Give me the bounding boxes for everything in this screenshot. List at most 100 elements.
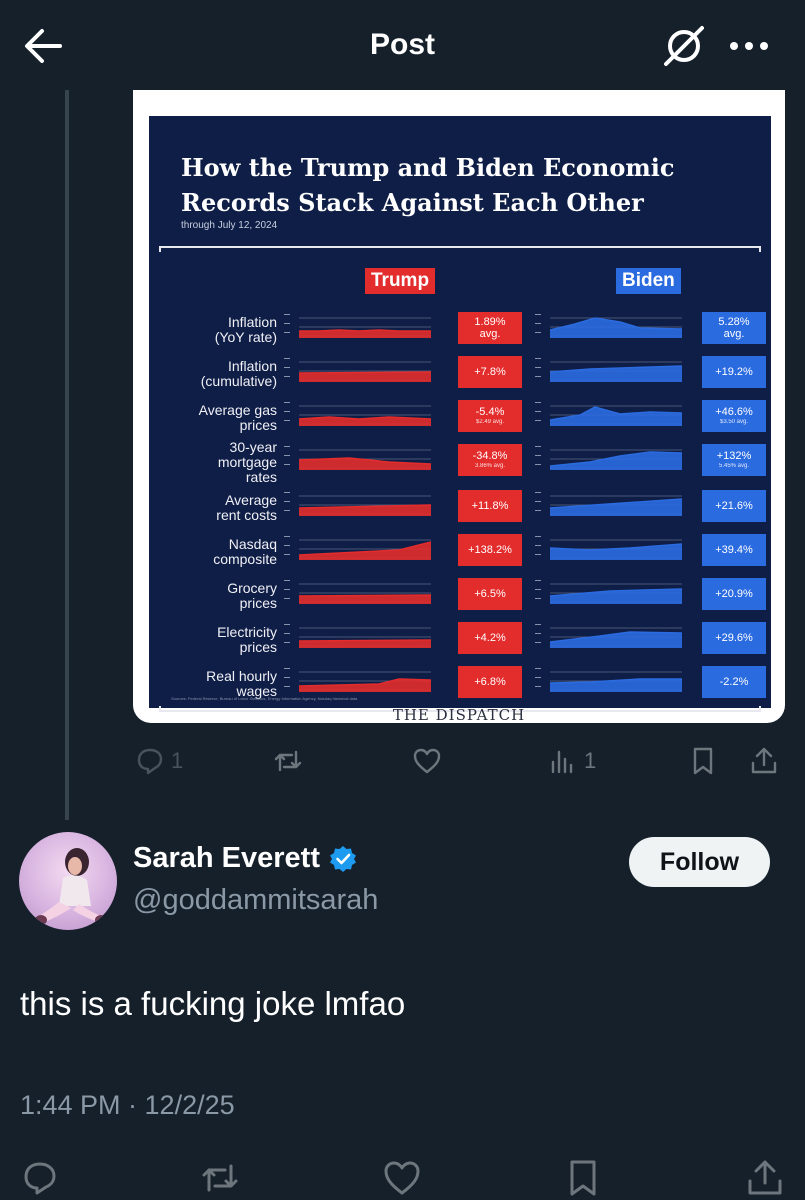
sparkline-ticks: [535, 492, 543, 520]
biden-value-note: avg.: [723, 328, 745, 340]
trump-value-badge: +138.2%: [458, 534, 522, 566]
share-icon[interactable]: [745, 1158, 785, 1198]
more-horizontal-icon[interactable]: [728, 34, 770, 58]
bookmark-action[interactable]: [688, 746, 718, 776]
post-image[interactable]: How the Trump and Biden Economic Records…: [133, 90, 785, 723]
row-label: Inflation (cumulative): [200, 358, 277, 389]
grok-icon[interactable]: [660, 24, 708, 68]
tweet-timestamp[interactable]: 1:44 PM · 12/2/25: [20, 1090, 235, 1121]
trump-value: 1.89%: [474, 316, 506, 328]
biden-sparkline: [550, 539, 682, 560]
sparkline-ticks: [284, 446, 292, 474]
biden-value-badge: +29.6%: [702, 622, 766, 654]
biden-value: +46.6%: [715, 406, 753, 418]
trump-value: -5.4%: [475, 406, 505, 418]
row-label: Real hourly wages: [206, 668, 277, 699]
biden-sparkline: [550, 449, 682, 470]
biden-value: +19.2%: [715, 366, 753, 378]
bookmark-icon[interactable]: [563, 1158, 603, 1198]
comparison-row: Average gas prices -5.4% $2.49 avg. +46.6% $…: [149, 396, 771, 440]
biden-value: +20.9%: [715, 588, 753, 600]
comparison-row: 30-year mortgage rates -34.8% 3.86% avg. +1…: [149, 439, 771, 484]
heart-icon[interactable]: [382, 1158, 422, 1198]
author-name-text: Sarah Everett: [133, 842, 320, 874]
row-label: Electricity prices: [217, 624, 277, 655]
biden-value-badge: +132% 5.45% avg.: [702, 444, 766, 476]
sparkline-ticks: [284, 492, 292, 520]
biden-sparkline: [550, 361, 682, 382]
trump-sparkline: [299, 405, 431, 426]
sparkline-ticks: [535, 402, 543, 430]
sparkline-ticks: [535, 358, 543, 386]
sparkline-ticks: [284, 402, 292, 430]
comparison-row: Electricity prices +4.2% +29.6%: [149, 618, 771, 662]
bottom-action-bar: [0, 1150, 805, 1200]
sparkline-ticks: [535, 668, 543, 696]
biden-value: +21.6%: [715, 500, 753, 512]
reply-icon[interactable]: [20, 1158, 60, 1198]
trump-value-badge: -5.4% $2.49 avg.: [458, 400, 522, 432]
biden-value: -2.2%: [719, 676, 749, 688]
trump-value: +6.5%: [474, 588, 506, 600]
biden-value-badge: +46.6% $3.50 avg.: [702, 400, 766, 432]
top-bar: Post: [0, 0, 805, 90]
trump-sparkline: [299, 583, 431, 604]
trump-value: +138.2%: [468, 544, 512, 556]
biden-value-badge: +19.2%: [702, 356, 766, 388]
views-action[interactable]: 1: [548, 746, 596, 776]
comparison-row: Inflation (YoY rate) 1.89% avg. 5.28% avg.: [149, 308, 771, 352]
trump-value-note: 3.86% avg.: [474, 463, 506, 469]
trump-value-badge: -34.8% 3.86% avg.: [458, 444, 522, 476]
sparkline-ticks: [535, 624, 543, 652]
sparkline-ticks: [284, 580, 292, 608]
trump-value: +4.2%: [474, 632, 506, 644]
trump-sparkline: [299, 627, 431, 648]
verified-badge-icon: [330, 845, 356, 872]
sources-note: Sources: Federal Reserve, Bureau of Labo…: [171, 696, 358, 701]
comparison-row: Grocery prices +6.5% +20.9%: [149, 574, 771, 618]
sparkline-ticks: [535, 580, 543, 608]
trump-sparkline: [299, 539, 431, 560]
trump-value: -34.8%: [472, 450, 508, 462]
sparkline-ticks: [284, 668, 292, 696]
row-label: Inflation (YoY rate): [214, 314, 277, 345]
share-action[interactable]: [749, 746, 779, 776]
author-row: Sarah Everett @goddammitsarah Follow: [0, 830, 805, 940]
infographic-title: How the Trump and Biden Economic Records…: [181, 153, 675, 217]
like-action[interactable]: [412, 746, 442, 776]
trump-value-badge: 1.89% avg.: [458, 312, 522, 344]
biden-value-note: $3.50 avg.: [719, 419, 749, 425]
biden-value-badge: +39.4%: [702, 534, 766, 566]
trump-value-badge: +11.8%: [458, 490, 522, 522]
author-handle[interactable]: @goddammitsarah: [133, 884, 378, 917]
follow-button[interactable]: Follow: [629, 837, 770, 887]
avatar[interactable]: [19, 832, 117, 930]
avatar-photo: [35, 848, 107, 925]
biden-value-badge: 5.28% avg.: [702, 312, 766, 344]
trump-column-header: Trump: [365, 268, 436, 294]
author-name[interactable]: Sarah Everett: [133, 842, 358, 875]
retweet-icon: [274, 750, 302, 772]
row-label: Nasdaq composite: [213, 536, 277, 567]
sparkline-ticks: [535, 314, 543, 342]
comparison-row: Nasdaq composite +138.2% +39.4%: [149, 530, 771, 574]
sparkline-ticks: [284, 536, 292, 564]
trump-sparkline: [299, 317, 431, 338]
infographic-panel: How the Trump and Biden Economic Records…: [149, 116, 771, 712]
trump-value-note: $2.49 avg.: [475, 419, 505, 425]
row-label: Average rent costs: [216, 492, 277, 523]
sparkline-ticks: [535, 536, 543, 564]
biden-value-note: 5.45% avg.: [718, 463, 750, 469]
biden-sparkline: [550, 405, 682, 426]
tweet-text: this is a fucking joke lmfao: [20, 985, 406, 1022]
biden-value: 5.28%: [718, 316, 750, 328]
reply-icon: [137, 748, 163, 775]
trump-value-badge: +6.8%: [458, 666, 522, 698]
biden-value-badge: +20.9%: [702, 578, 766, 610]
retweet-action[interactable]: [273, 746, 303, 776]
trump-value-badge: +7.8%: [458, 356, 522, 388]
top-bracket: [159, 246, 761, 252]
retweet-icon[interactable]: [200, 1158, 240, 1198]
reply-action[interactable]: 1: [135, 746, 183, 776]
trump-sparkline: [299, 495, 431, 516]
